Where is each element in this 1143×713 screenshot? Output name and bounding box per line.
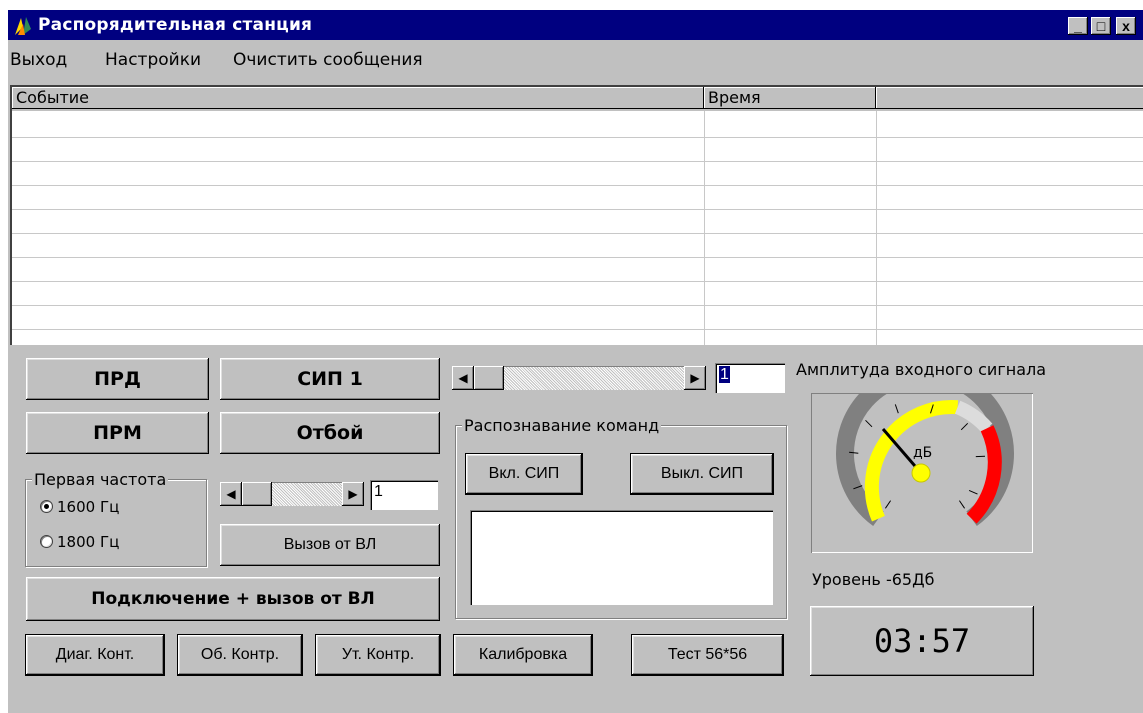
prm-button[interactable]: ПРМ (26, 412, 209, 454)
grid-line (704, 111, 705, 345)
menu-bar: Выход Настройки Очистить сообщения (8, 40, 1143, 84)
sip-on-button[interactable]: Вкл. СИП (465, 453, 583, 495)
command-recognition-label: Распознавание команд (462, 416, 662, 435)
sip-off-button[interactable]: Выкл. СИП (630, 453, 774, 495)
menu-settings[interactable]: Настройки (105, 50, 201, 70)
grid-line (12, 137, 1143, 138)
maximize-button[interactable]: □ (1091, 17, 1111, 35)
column-event[interactable]: Событие (12, 87, 704, 109)
column-extra[interactable] (876, 87, 1143, 109)
frequency-scrollbar[interactable]: ◀ ▶ (220, 482, 364, 506)
diag-control-button[interactable]: Диаг. Конт. (25, 634, 165, 676)
amplitude-label: Амплитуда входного сигнала (796, 360, 1047, 379)
grid-line (12, 257, 1143, 258)
ob-control-button[interactable]: Об. Контр. (177, 634, 303, 676)
scroll-left-arrow[interactable]: ◀ (452, 366, 474, 390)
ut-control-button[interactable]: Ут. Контр. (315, 634, 441, 676)
column-time[interactable]: Время (704, 87, 876, 109)
radio-unchecked-icon[interactable] (40, 535, 53, 548)
radio-1600[interactable]: 1600 Гц (40, 498, 119, 516)
grid-line (12, 329, 1143, 330)
recognition-output[interactable] (470, 510, 773, 605)
frequency-value-field[interactable]: 1 (370, 480, 438, 510)
top-value-field[interactable]: 1 (715, 363, 785, 393)
grid-line (12, 185, 1143, 186)
scroll-thumb[interactable] (474, 366, 504, 390)
menu-clear-messages[interactable]: Очистить сообщения (233, 50, 423, 70)
scroll-right-arrow[interactable]: ▶ (342, 482, 364, 506)
scroll-thumb[interactable] (242, 482, 272, 506)
scroll-left-arrow[interactable]: ◀ (220, 482, 242, 506)
menu-exit[interactable]: Выход (10, 50, 67, 70)
gauge-icon: дБ (836, 364, 1014, 527)
grid-line (12, 209, 1143, 210)
radio-checked-icon[interactable] (40, 500, 53, 513)
scroll-right-arrow[interactable]: ▶ (684, 366, 706, 390)
grid-line (12, 281, 1143, 282)
top-scrollbar[interactable]: ◀ ▶ (452, 366, 706, 390)
sip1-button[interactable]: СИП 1 (220, 358, 440, 400)
event-list-header: Событие Время (12, 87, 1143, 111)
gauge-unit: дБ (913, 445, 932, 461)
otboy-button[interactable]: Отбой (220, 412, 440, 454)
calibration-button[interactable]: Калибровка (453, 634, 593, 676)
amplitude-gauge: дБ (811, 364, 1033, 553)
call-from-vl-button[interactable]: Вызов от ВЛ (220, 524, 440, 566)
timer-display: 03:57 (810, 606, 1034, 676)
prd-button[interactable]: ПРД (26, 358, 209, 400)
event-list[interactable]: Событие Время (10, 85, 1143, 345)
close-button[interactable]: x (1116, 17, 1136, 35)
grid-line (876, 111, 877, 345)
grid-line (12, 233, 1143, 234)
test-button[interactable]: Тест 56*56 (631, 634, 784, 676)
minimize-button[interactable]: _ (1068, 17, 1088, 35)
grid-line (12, 161, 1143, 162)
top-value-text: 1 (719, 366, 730, 383)
app-icon (15, 17, 31, 35)
window-title: Распорядительная станция (38, 15, 313, 35)
first-frequency-group: Первая частота (25, 470, 207, 567)
grid-line (12, 305, 1143, 306)
level-text: Уровень -65Дб (812, 570, 935, 589)
radio-1800[interactable]: 1800 Гц (40, 533, 119, 551)
main-window: Распорядительная станция _ □ x Выход Нас… (8, 10, 1143, 713)
first-frequency-label: Первая частота (32, 470, 169, 489)
title-bar[interactable]: Распорядительная станция _ □ x (8, 10, 1143, 40)
connect-call-button[interactable]: Подключение + вызов от ВЛ (26, 577, 440, 621)
